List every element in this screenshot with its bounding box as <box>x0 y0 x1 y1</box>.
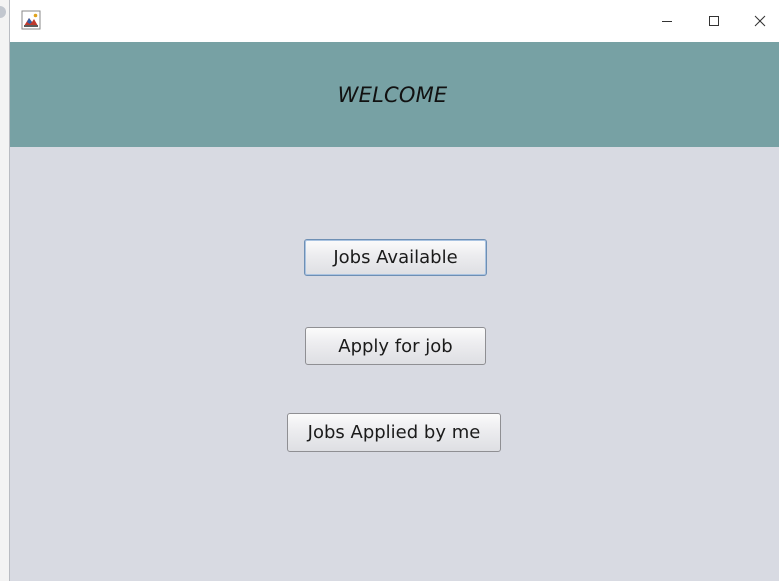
app-window: WELCOME Jobs Available Apply for job Job… <box>9 0 779 581</box>
welcome-title: WELCOME <box>337 82 448 107</box>
maximize-button[interactable] <box>691 0 737 42</box>
close-icon <box>754 12 766 31</box>
jobs-applied-by-me-button[interactable]: Jobs Applied by me <box>287 413 501 452</box>
screen: WELCOME Jobs Available Apply for job Job… <box>0 0 779 581</box>
java-app-icon[interactable] <box>21 10 41 30</box>
apply-for-job-button[interactable]: Apply for job <box>305 327 486 365</box>
title-bar[interactable] <box>10 0 779 42</box>
background-app-icon <box>0 6 6 18</box>
maximize-icon <box>708 12 720 31</box>
header-panel: WELCOME <box>10 42 779 147</box>
main-content: Jobs Available Apply for job Jobs Applie… <box>10 147 779 581</box>
minimize-icon <box>661 12 673 31</box>
jobs-available-button[interactable]: Jobs Available <box>304 239 487 276</box>
background-window-edge <box>0 0 9 581</box>
close-button[interactable] <box>737 0 779 42</box>
minimize-button[interactable] <box>644 0 690 42</box>
